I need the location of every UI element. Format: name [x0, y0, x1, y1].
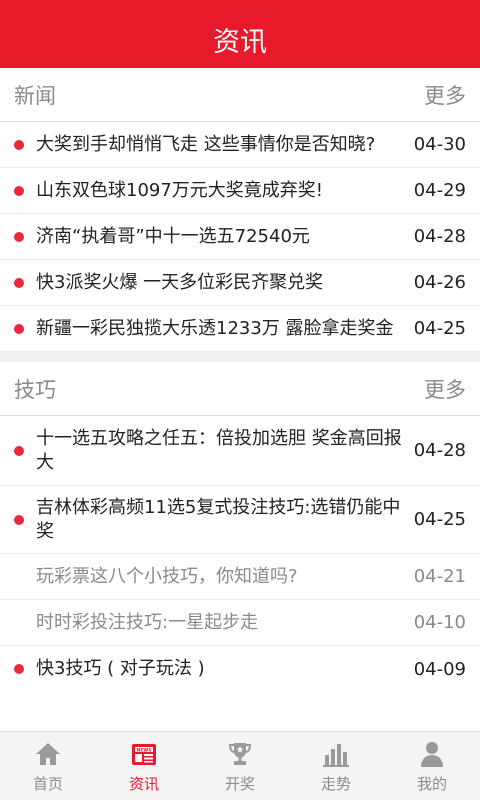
list-item[interactable]: 快3技巧 ( 对子玩法 ) 04-09 [0, 646, 480, 692]
tips-section-header: 技巧 更多 [0, 362, 480, 416]
tab-mine[interactable]: 我的 [384, 732, 480, 800]
news-title: 新疆一彩民独揽大乐透1233万 露脸拿走奖金 [36, 317, 394, 339]
unread-dot [14, 139, 24, 150]
trophy-icon [228, 742, 252, 765]
tab-label: 资讯 [128, 774, 159, 793]
tips-section-title: 技巧 [14, 377, 56, 402]
tab-trend[interactable]: 走势 [288, 732, 384, 800]
unread-dot [14, 664, 24, 674]
list-item[interactable]: 快3派奖火爆 一天多位彩民齐聚兑奖 04-26 [0, 260, 480, 306]
tab-label: 走势 [320, 774, 351, 793]
news-title: 济南“执着哥”中十一选五72540元 [36, 225, 310, 247]
unread-dot [14, 445, 24, 456]
news-date: 04-26 [413, 272, 466, 293]
bottom-tab-bar: 首页 NEWS 资讯 开奖 走势 我的 [0, 731, 480, 800]
tips-more-link[interactable]: 更多 [424, 374, 466, 404]
tip-title: 玩彩票这八个小技巧，你知道吗? [36, 565, 298, 587]
svg-text:NEWS: NEWS [136, 747, 151, 753]
tip-date: 04-28 [413, 440, 466, 461]
list-item[interactable]: 吉林体彩高频11选5复式投注技巧:选错仍能中奖 04-25 [0, 486, 480, 554]
news-title: 快3派奖火爆 一天多位彩民齐聚兑奖 [36, 271, 324, 293]
tab-label: 我的 [416, 774, 447, 793]
tips-list: 十一选五攻略之任五：倍投加选胆 奖金高回报大 04-28 吉林体彩高频11选5复… [0, 416, 480, 692]
tab-news[interactable]: NEWS 资讯 [96, 732, 192, 800]
news-date: 04-28 [413, 226, 466, 247]
news-date: 04-30 [413, 134, 466, 155]
news-section-header: 新闻 更多 [0, 68, 480, 122]
list-item[interactable]: 十一选五攻略之任五：倍投加选胆 奖金高回报大 04-28 [0, 416, 480, 486]
tip-date: 04-09 [413, 658, 466, 680]
news-more-link[interactable]: 更多 [424, 80, 466, 110]
page-title: 资讯 [213, 26, 267, 58]
list-item[interactable]: 新疆一彩民独揽大乐透1233万 露脸拿走奖金 04-25 [0, 306, 480, 352]
list-item[interactable]: 玩彩票这八个小技巧，你知道吗? 04-21 [0, 554, 480, 600]
app-header: 资讯 [0, 0, 480, 78]
tip-date: 04-10 [413, 612, 466, 633]
tab-label: 首页 [32, 774, 63, 793]
news-section-title: 新闻 [14, 83, 56, 108]
tab-label: 开奖 [224, 774, 255, 793]
section-divider [0, 352, 480, 362]
news-icon: NEWS [132, 743, 156, 765]
unread-dot [14, 231, 24, 242]
tab-draw[interactable]: 开奖 [192, 732, 288, 800]
list-item[interactable]: 大奖到手却悄悄飞走 这些事情你是否知晓? 04-30 [0, 122, 480, 168]
tip-title: 吉林体彩高频11选5复式投注技巧:选错仍能中奖 [36, 496, 401, 542]
tip-title: 快3技巧 ( 对子玩法 ) [36, 658, 205, 679]
bar-chart-icon [323, 743, 349, 767]
list-item[interactable]: 济南“执着哥”中十一选五72540元 04-28 [0, 214, 480, 260]
user-icon [421, 741, 443, 767]
news-title: 大奖到手却悄悄飞走 这些事情你是否知晓? [36, 133, 376, 155]
unread-dot [14, 323, 24, 334]
unread-dot [14, 185, 24, 196]
tip-title: 十一选五攻略之任五：倍投加选胆 奖金高回报大 [36, 427, 402, 473]
news-title: 山东双色球1097万元大奖竟成弃奖! [36, 179, 324, 201]
list-item[interactable]: 山东双色球1097万元大奖竟成弃奖! 04-29 [0, 168, 480, 214]
unread-dot [14, 277, 24, 288]
home-icon [36, 742, 60, 765]
tip-title: 时时彩投注技巧:一星起步走 [36, 611, 259, 633]
tip-date: 04-21 [413, 566, 466, 587]
news-date: 04-25 [413, 318, 466, 339]
list-item[interactable]: 时时彩投注技巧:一星起步走 04-10 [0, 600, 480, 646]
news-list: 大奖到手却悄悄飞走 这些事情你是否知晓? 04-30 山东双色球1097万元大奖… [0, 122, 480, 352]
news-date: 04-29 [413, 180, 466, 201]
tip-date: 04-25 [413, 509, 466, 530]
tab-home[interactable]: 首页 [0, 732, 96, 800]
unread-dot [14, 514, 24, 525]
